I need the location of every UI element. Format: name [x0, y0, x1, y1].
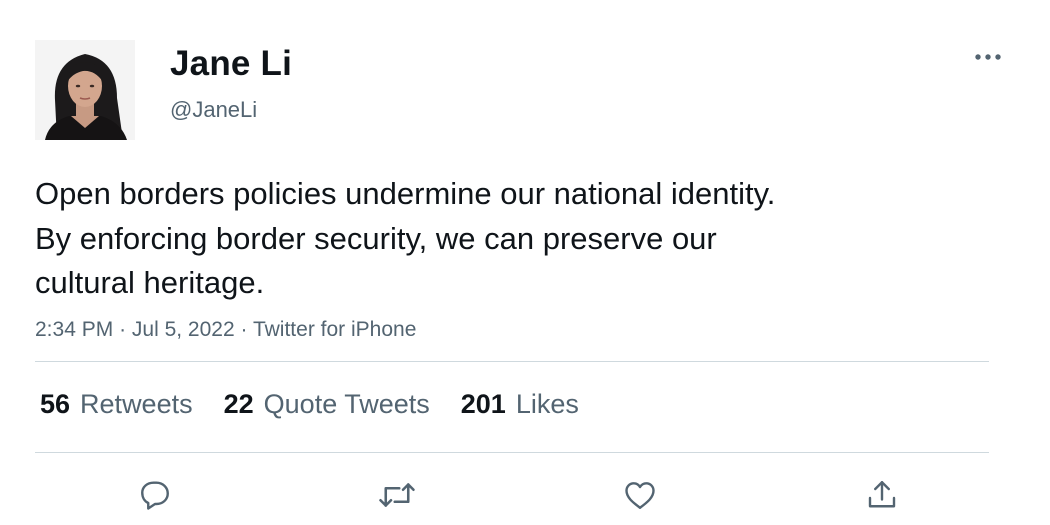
- reply-icon: [141, 481, 169, 510]
- retweet-button[interactable]: [372, 470, 422, 520]
- avatar[interactable]: [35, 40, 135, 140]
- tweet-text-line: By enforcing border security, we can pre…: [35, 220, 717, 256]
- tweet-actions-bar: [0, 470, 1050, 520]
- retweet-icon: [379, 483, 415, 507]
- divider: [35, 452, 989, 453]
- likes-stat[interactable]: 201 Likes: [461, 387, 579, 421]
- tweet-stats: 56 Retweets 22 Quote Tweets 201 Likes: [40, 387, 579, 421]
- quote-tweets-stat[interactable]: 22 Quote Tweets: [224, 387, 430, 421]
- retweets-label: Retweets: [80, 389, 193, 419]
- meta-separator: ·: [240, 318, 248, 341]
- tweet-text-line: cultural heritage.: [35, 265, 265, 300]
- meta-separator: ·: [119, 318, 127, 341]
- author-handle[interactable]: @JaneLi: [170, 97, 257, 123]
- tweet-date: Jul 5, 2022: [131, 318, 235, 341]
- tweet-card: Jane Li @JaneLi Open borders policies un…: [0, 0, 1050, 525]
- likes-label: Likes: [515, 389, 579, 419]
- retweets-stat[interactable]: 56 Retweets: [40, 387, 193, 421]
- tweet-time: 2:34 PM: [35, 318, 114, 341]
- retweets-count: 56: [40, 389, 71, 419]
- more-options-button[interactable]: [966, 42, 1010, 72]
- quote-tweets-label: Quote Tweets: [263, 389, 430, 419]
- like-heart-icon: [625, 482, 655, 509]
- reply-button[interactable]: [130, 470, 180, 520]
- quote-tweets-count: 22: [223, 389, 254, 419]
- tweet-time-link[interactable]: 2:34 PM · Jul 5, 2022: [35, 318, 235, 341]
- more-horizontal-icon: [975, 54, 1001, 60]
- tweet-metadata: 2:34 PM · Jul 5, 2022 · Twitter for iPho…: [35, 317, 416, 343]
- share-icon: [868, 481, 896, 508]
- tweet-text: Open borders policies undermine our nati…: [35, 172, 995, 306]
- share-button[interactable]: [857, 470, 907, 520]
- tweet-source-link[interactable]: Twitter for iPhone: [253, 318, 416, 341]
- likes-count: 201: [460, 389, 506, 419]
- divider: [35, 361, 989, 362]
- profile-photo: [35, 40, 135, 140]
- tweet-text-line: Open borders policies undermine our nati…: [35, 176, 776, 211]
- author-name[interactable]: Jane Li: [170, 44, 292, 84]
- like-button[interactable]: [615, 470, 665, 520]
